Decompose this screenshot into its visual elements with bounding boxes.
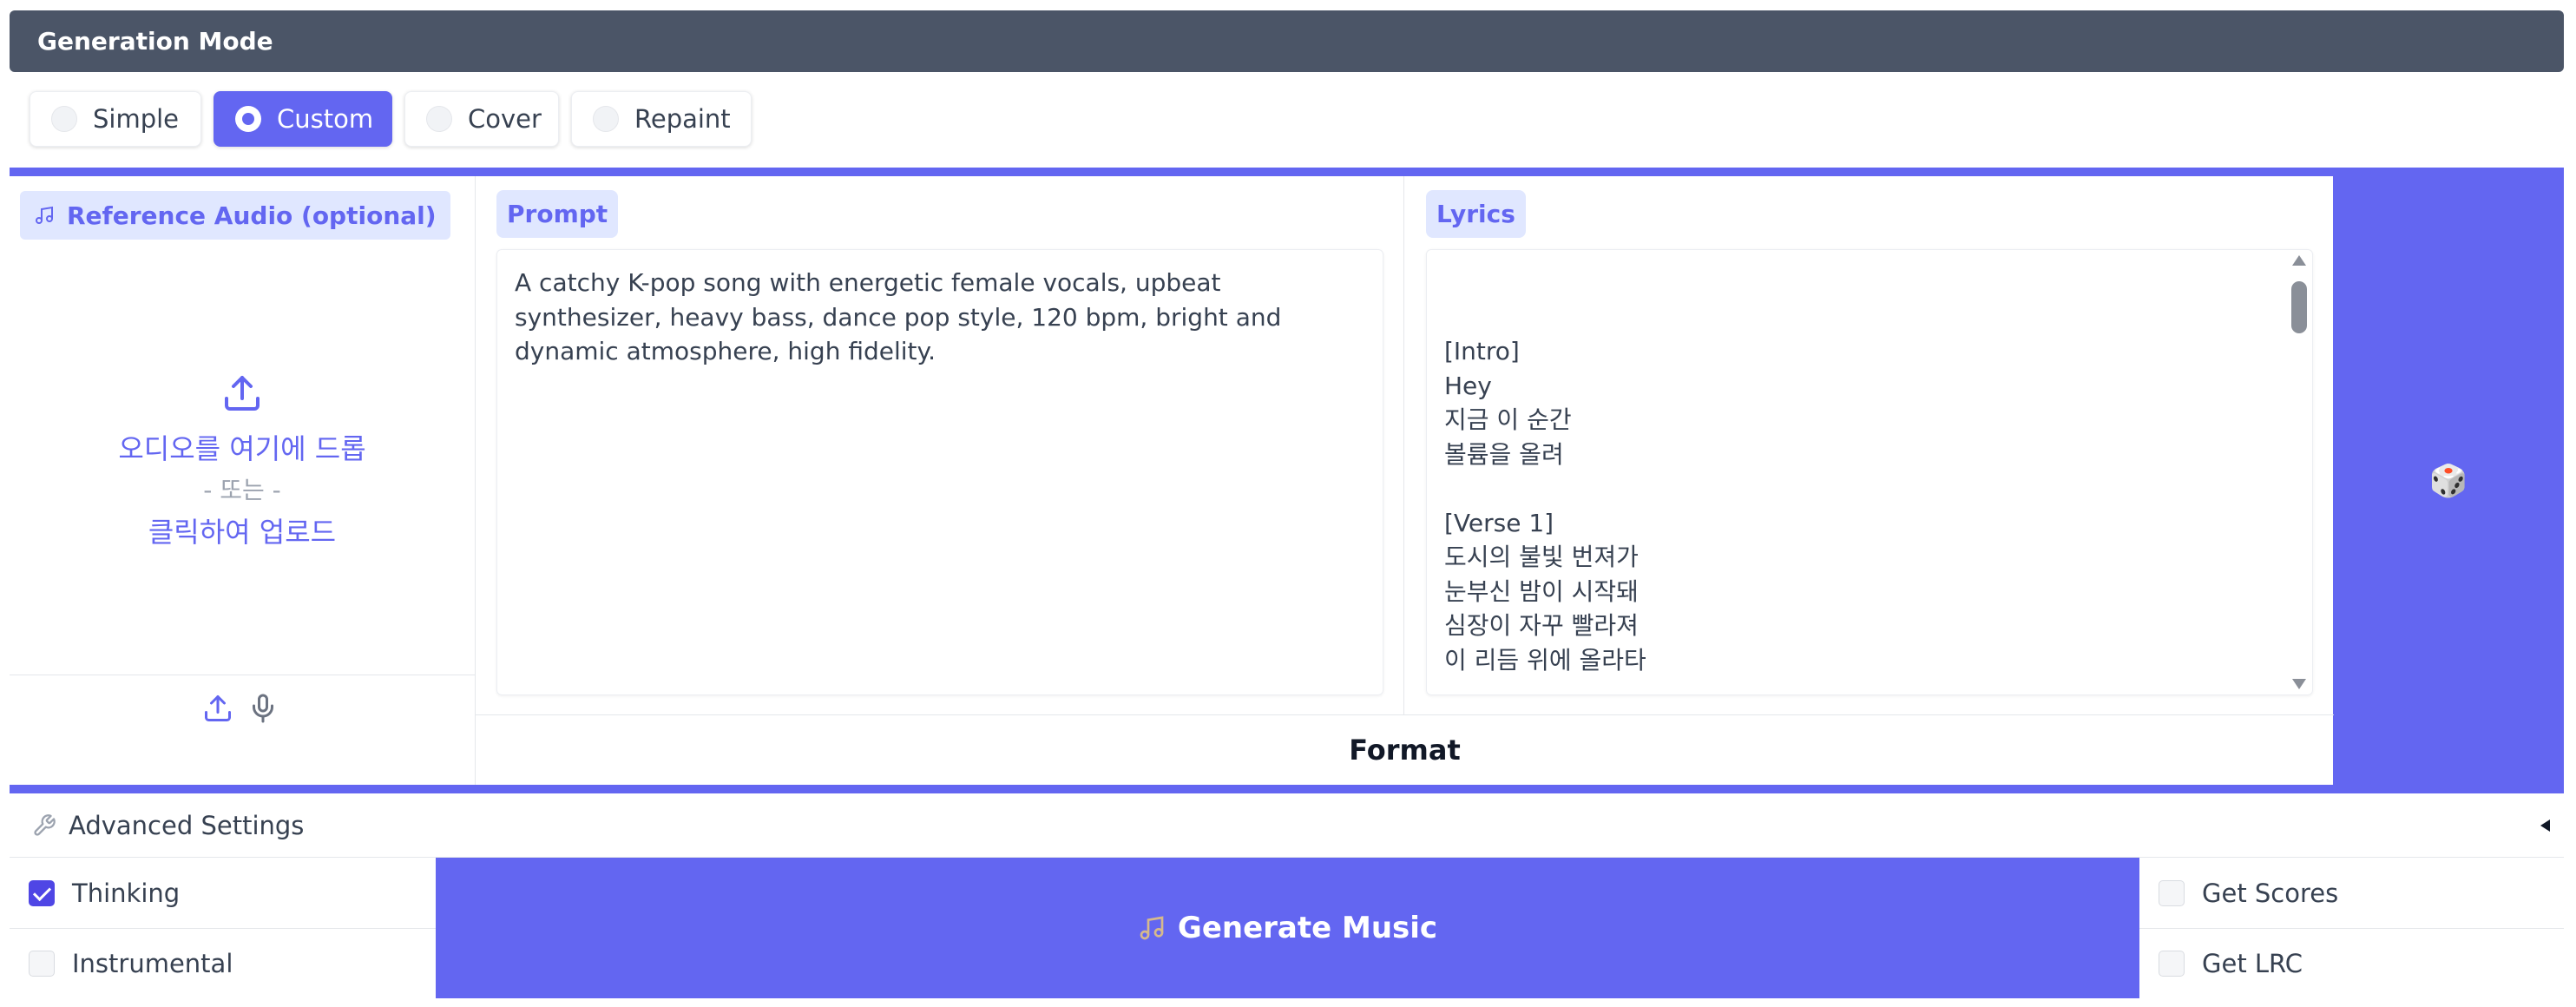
- mode-repaint-radio[interactable]: Repaint: [571, 91, 752, 147]
- get-lrc-label: Get LRC: [2202, 948, 2303, 978]
- mode-custom-label: Custom: [277, 104, 374, 134]
- mode-simple-label: Simple: [93, 104, 180, 134]
- dice-icon: 🎲: [2428, 463, 2468, 499]
- get-lrc-checkbox[interactable]: Get LRC: [2139, 928, 2564, 998]
- mode-cover-radio[interactable]: Cover: [404, 91, 559, 147]
- thinking-checkbox[interactable]: Thinking: [10, 858, 436, 928]
- prompt-panel: Prompt A catchy K-pop song with energeti…: [476, 176, 1404, 714]
- random-dice-button[interactable]: 🎲: [2333, 168, 2564, 793]
- microphone-icon[interactable]: [247, 693, 279, 724]
- reference-audio-panel: Reference Audio (optional) 오디오를 여기에 드롭 -…: [10, 176, 475, 785]
- thinking-label: Thinking: [72, 878, 181, 908]
- scroll-down-arrow-icon[interactable]: [2292, 679, 2306, 689]
- upload-icon: [225, 376, 260, 411]
- scroll-thumb[interactable]: [2291, 281, 2307, 333]
- reference-audio-label-text: Reference Audio (optional): [67, 201, 437, 230]
- checkbox-unchecked[interactable]: [29, 950, 55, 977]
- radio-circle: [426, 106, 452, 132]
- generate-row: Thinking Instrumental Generate Music Get…: [10, 858, 2564, 998]
- upload-source-icon[interactable]: [202, 693, 233, 724]
- mode-repaint-label: Repaint: [634, 104, 731, 134]
- lyrics-text: [Intro] Hey 지금 이 순간 볼륨을 올려 [Verse 1] 도시의…: [1444, 337, 1646, 675]
- prompt-label: Prompt: [496, 190, 619, 238]
- instrumental-checkbox[interactable]: Instrumental: [10, 928, 436, 998]
- lyrics-label: Lyrics: [1426, 190, 1526, 238]
- mode-cover-label: Cover: [468, 104, 542, 134]
- advanced-settings-toggle[interactable]: Advanced Settings: [10, 793, 2564, 858]
- click-upload-text: 클릭하여 업로드: [148, 516, 337, 549]
- checkbox-checked[interactable]: [29, 879, 55, 906]
- audio-source-toolbar: [10, 675, 475, 785]
- drop-text: 오디오를 여기에 드롭: [118, 432, 366, 465]
- music-note-icon: [1140, 916, 1164, 940]
- or-text: - 또는 -: [203, 476, 281, 504]
- prompt-textarea[interactable]: A catchy K-pop song with energetic femal…: [496, 249, 1383, 695]
- radio-circle-selected: [235, 106, 261, 132]
- generate-music-label: Generate Music: [1177, 911, 1438, 945]
- main-panel: Reference Audio (optional) 오디오를 여기에 드롭 -…: [10, 168, 2564, 793]
- advanced-settings-label: Advanced Settings: [69, 810, 305, 840]
- radio-circle: [593, 106, 619, 132]
- scroll-up-arrow-icon[interactable]: [2292, 255, 2306, 266]
- lyrics-panel: Lyrics [Intro] Hey 지금 이 순간 볼륨을 올려 [Verse…: [1405, 176, 2334, 714]
- radio-circle: [51, 106, 77, 132]
- checkbox-unchecked[interactable]: [2159, 879, 2185, 906]
- format-button[interactable]: Format: [476, 714, 2334, 785]
- wrench-icon: [34, 813, 56, 836]
- checkbox-unchecked[interactable]: [2159, 950, 2185, 977]
- get-scores-label: Get Scores: [2202, 878, 2339, 908]
- music-note-icon: [36, 206, 53, 224]
- reference-audio-label: Reference Audio (optional): [20, 191, 450, 240]
- collapse-caret-icon[interactable]: [2540, 819, 2550, 832]
- lyrics-scrollbar[interactable]: [2290, 255, 2309, 689]
- generation-mode-header: Generation Mode: [10, 10, 2564, 72]
- mode-simple-radio[interactable]: Simple: [30, 91, 201, 147]
- generate-music-button[interactable]: Generate Music: [436, 858, 2139, 998]
- instrumental-label: Instrumental: [72, 948, 233, 978]
- audio-drop-zone[interactable]: 오디오를 여기에 드롭 - 또는 - 클릭하여 업로드: [10, 254, 475, 671]
- mode-radio-group: Simple Custom Cover Repaint: [10, 72, 2564, 168]
- lyrics-textarea[interactable]: [Intro] Hey 지금 이 순간 볼륨을 올려 [Verse 1] 도시의…: [1426, 249, 2313, 695]
- prompt-lyrics-panel: Prompt A catchy K-pop song with energeti…: [475, 176, 2334, 785]
- mode-custom-radio[interactable]: Custom: [214, 91, 392, 147]
- get-scores-checkbox[interactable]: Get Scores: [2139, 858, 2564, 928]
